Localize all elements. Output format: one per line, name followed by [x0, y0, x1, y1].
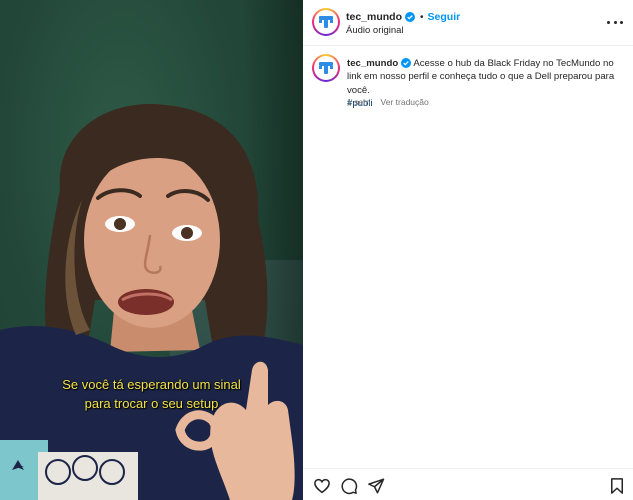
tecmundo-logo-icon	[319, 16, 333, 28]
avatar[interactable]	[312, 8, 340, 36]
subtitle-line: para trocar o seu setup	[84, 396, 219, 411]
subtitle-line: Se você tá esperando um sinal	[62, 377, 241, 392]
caption-meta: 1 sem Ver tradução	[347, 97, 429, 107]
comment-icon[interactable]	[340, 477, 358, 495]
audio-link[interactable]: Áudio original	[346, 25, 404, 36]
video-frame-person	[0, 104, 303, 500]
post-header: tec_mundo • Seguir Áudio original	[303, 0, 633, 46]
video-subtitle: Se você tá esperando um sinal para troca…	[0, 375, 303, 413]
avatar[interactable]	[312, 54, 340, 82]
username-link[interactable]: tec_mundo	[346, 11, 402, 23]
verified-badge-icon	[401, 58, 412, 69]
see-translation-button[interactable]: Ver tradução	[381, 97, 429, 107]
tecmundo-logo-icon	[319, 62, 333, 74]
heart-icon[interactable]	[313, 477, 331, 495]
more-options-icon[interactable]	[607, 14, 623, 30]
verified-badge-icon	[405, 12, 416, 22]
username-link[interactable]: tec_mundo	[347, 58, 398, 69]
bookmark-icon[interactable]	[608, 477, 626, 495]
timestamp[interactable]: 1 sem	[347, 97, 370, 107]
follow-button[interactable]: Seguir	[428, 11, 461, 23]
separator-dot: •	[420, 11, 424, 23]
video-player[interactable]: Se você tá esperando um sinal para troca…	[0, 0, 303, 500]
action-bar	[303, 468, 633, 500]
post-panel: tec_mundo • Seguir Áudio original tec_mu…	[303, 0, 633, 500]
share-icon[interactable]	[367, 477, 385, 495]
